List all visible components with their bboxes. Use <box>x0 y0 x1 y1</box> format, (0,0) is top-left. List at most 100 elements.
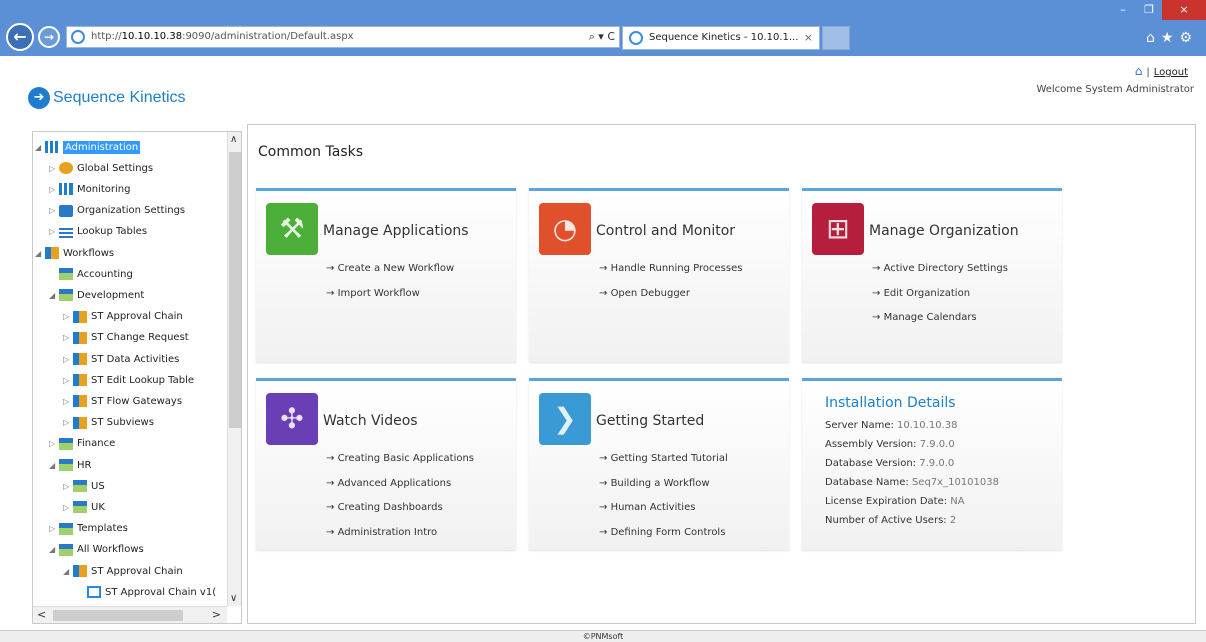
restore-button[interactable]: ❐ <box>1136 0 1162 20</box>
vertical-scroll-thumb[interactable] <box>229 152 241 428</box>
expand-arrow-icon[interactable]: ◢ <box>35 143 45 152</box>
expand-arrow-icon[interactable]: ▷ <box>63 482 73 491</box>
tree-item[interactable]: ▷ UK <box>63 499 105 515</box>
close-window-button[interactable]: × <box>1162 0 1206 20</box>
link-active-directory-settings[interactable]: Active Directory Settings <box>872 263 1008 288</box>
forward-button[interactable]: → <box>38 26 60 48</box>
expand-arrow-icon[interactable]: ▷ <box>63 397 73 406</box>
link-create-new-workflow[interactable]: Create a New Workflow <box>326 263 455 288</box>
home-favorites-settings-icons[interactable]: ⌂★⚙ <box>1146 30 1198 46</box>
horizontal-scroll-thumb[interactable] <box>53 610 183 621</box>
expand-arrow-icon[interactable]: ▷ <box>63 355 73 364</box>
tree-item-label[interactable]: UK <box>91 502 105 513</box>
tree-item[interactable]: ◢ ST Approval Chain <box>63 563 183 579</box>
link-advanced-applications[interactable]: Advanced Applications <box>326 478 474 503</box>
browser-tab[interactable]: Sequence Kinetics - 10.10.1... × <box>622 26 820 50</box>
tree-item-label[interactable]: ST Subviews <box>91 417 154 428</box>
tree-item[interactable]: ◢ Development <box>49 287 144 303</box>
expand-arrow-icon[interactable]: ▷ <box>63 333 73 342</box>
expand-arrow-icon[interactable]: ▷ <box>63 376 73 385</box>
logout-link[interactable]: Logout <box>1154 67 1188 78</box>
tree-item-label[interactable]: Development <box>77 290 144 301</box>
new-tab-button[interactable] <box>822 26 850 50</box>
tree-item[interactable]: ▷ ST Approval Chain <box>63 309 183 325</box>
link-getting-started-tutorial[interactable]: Getting Started Tutorial <box>599 453 728 478</box>
tree-item-label[interactable]: Global Settings <box>77 163 153 174</box>
expand-arrow-icon[interactable]: ▷ <box>63 418 73 427</box>
link-creating-basic-applications[interactable]: Creating Basic Applications <box>326 453 474 478</box>
tree-item-label[interactable]: ST Approval Chain v1( <box>105 587 216 598</box>
minimize-button[interactable]: – <box>1110 0 1136 20</box>
link-human-activities[interactable]: Human Activities <box>599 502 728 527</box>
back-button[interactable]: ← <box>6 23 34 51</box>
expand-arrow-icon[interactable]: ▷ <box>49 206 59 215</box>
home-icon[interactable]: ⌂ <box>1135 64 1143 78</box>
tree-item[interactable]: ▷ Finance <box>49 436 115 452</box>
tree-item[interactable]: ▷ ST Flow Gateways <box>63 393 182 409</box>
tree-item[interactable]: ▷ Global Settings <box>49 160 153 176</box>
expand-arrow-icon[interactable]: ▷ <box>49 185 59 194</box>
expand-arrow-icon[interactable]: ▷ <box>49 439 59 448</box>
scroll-left-icon[interactable]: < <box>37 608 46 621</box>
tree-item[interactable]: ▷ US <box>63 478 105 494</box>
address-bar[interactable]: http://10.10.10.38:9090/administration/D… <box>66 26 620 48</box>
tree-item[interactable]: ST Approval Chain v1( <box>77 584 216 600</box>
link-import-workflow[interactable]: Import Workflow <box>326 288 454 313</box>
expand-arrow-icon[interactable]: ◢ <box>35 249 45 258</box>
tree-item[interactable]: ▷ Monitoring <box>49 181 130 197</box>
tree-item[interactable]: ▷ Organization Settings <box>49 203 185 219</box>
tree-item-label[interactable]: Administration <box>63 140 141 154</box>
search-refresh-icons[interactable]: ⌕ ▾ C <box>589 30 615 44</box>
tab-close-icon[interactable]: × <box>804 31 813 44</box>
tree-item[interactable]: ◢ HR <box>49 457 91 473</box>
expand-arrow-icon[interactable]: ▷ <box>63 503 73 512</box>
tree-item-label[interactable]: Organization Settings <box>77 205 185 216</box>
tree-item[interactable]: ▷ ST Change Request <box>63 330 189 346</box>
tree-item-label[interactable]: Accounting <box>77 269 133 280</box>
tree-item[interactable]: ▷ ST Edit Lookup Table <box>63 372 194 388</box>
expand-arrow-icon[interactable]: ◢ <box>63 567 73 576</box>
tree-item-label[interactable]: ST Approval Chain <box>91 311 183 322</box>
tree-item-label[interactable]: US <box>91 481 105 492</box>
link-building-a-workflow[interactable]: Building a Workflow <box>599 478 728 503</box>
tree-item-label[interactable]: All Workflows <box>77 544 144 555</box>
tree-horizontal-scrollbar[interactable]: < > <box>33 606 227 623</box>
scroll-up-icon[interactable]: ∧ <box>230 134 237 145</box>
tree-item[interactable]: Accounting <box>49 266 133 282</box>
expand-arrow-icon[interactable]: ▷ <box>63 312 73 321</box>
expand-arrow-icon[interactable]: ◢ <box>49 545 59 554</box>
tree-item-label[interactable]: Finance <box>77 438 115 449</box>
tree-item[interactable]: ▷ Lookup Tables <box>49 224 147 240</box>
link-handle-running-processes[interactable]: Handle Running Processes <box>599 263 743 288</box>
tree-item-label[interactable]: HR <box>77 460 91 471</box>
link-open-debugger[interactable]: Open Debugger <box>599 288 742 313</box>
tree-item-label[interactable]: Monitoring <box>77 184 130 195</box>
expand-arrow-icon[interactable]: ▷ <box>49 164 59 173</box>
tree-item-label[interactable]: Lookup Tables <box>77 226 147 237</box>
tree-vertical-scrollbar[interactable]: ∧ ∨ <box>227 132 241 606</box>
tree-item-label[interactable]: ST Data Activities <box>91 354 179 365</box>
expand-arrow-icon[interactable]: ▷ <box>49 524 59 533</box>
tree-item[interactable]: ▷ ST Subviews <box>63 415 154 431</box>
expand-arrow-icon[interactable]: ◢ <box>49 291 59 300</box>
tree-item-label[interactable]: ST Approval Chain <box>91 566 183 577</box>
tree-item[interactable]: ▷ ST Data Activities <box>63 351 179 367</box>
tree-item[interactable]: ◢ Workflows <box>35 245 114 261</box>
expand-arrow-icon[interactable]: ◢ <box>49 461 59 470</box>
link-creating-dashboards[interactable]: Creating Dashboards <box>326 502 474 527</box>
link-administration-intro[interactable]: Administration Intro <box>326 527 474 552</box>
tree-item[interactable]: ◢ All Workflows <box>49 542 144 558</box>
link-manage-calendars[interactable]: Manage Calendars <box>872 312 1008 337</box>
tree-item-label[interactable]: ST Flow Gateways <box>91 396 182 407</box>
expand-arrow-icon[interactable]: ▷ <box>49 227 59 236</box>
tree-item-label[interactable]: ST Edit Lookup Table <box>91 375 194 386</box>
tree-item[interactable]: ◢ Administration <box>35 139 141 155</box>
tree-item-label[interactable]: ST Change Request <box>91 332 189 343</box>
link-edit-organization[interactable]: Edit Organization <box>872 288 1008 313</box>
tree-item-label[interactable]: Templates <box>77 523 128 534</box>
tree-item[interactable]: ▷ Templates <box>49 521 128 537</box>
tree-item-label[interactable]: Workflows <box>63 248 114 259</box>
scroll-right-icon[interactable]: > <box>212 608 221 621</box>
link-defining-form-controls[interactable]: Defining Form Controls <box>599 527 728 552</box>
scroll-down-icon[interactable]: ∨ <box>230 593 237 604</box>
